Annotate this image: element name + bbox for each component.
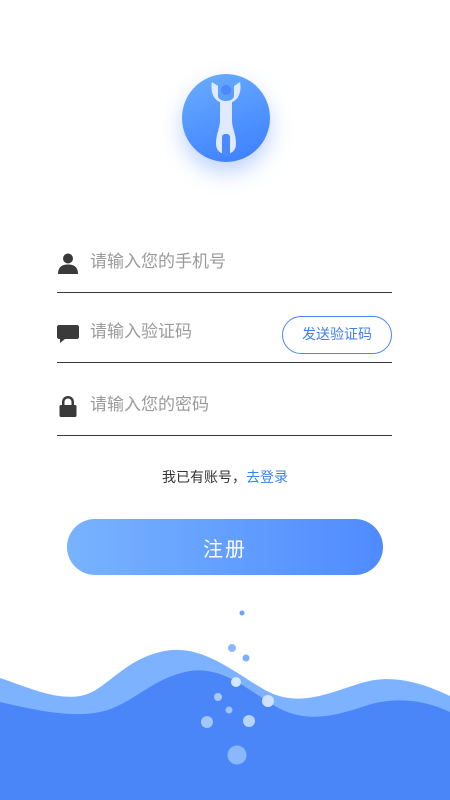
- user-icon: [58, 253, 78, 274]
- bubble: [227, 745, 247, 765]
- go-login-link[interactable]: 去登录: [246, 470, 288, 486]
- bubble: [242, 654, 250, 662]
- bubble: [214, 693, 222, 701]
- bubble: [243, 715, 255, 727]
- send-code-button[interactable]: 发送验证码: [282, 316, 392, 354]
- password-input[interactable]: [90, 385, 320, 425]
- phone-field: [57, 234, 392, 293]
- code-input[interactable]: [90, 312, 250, 352]
- app-logo: [182, 74, 270, 162]
- login-prompt: 我已有账号，去登录: [0, 467, 450, 487]
- bubble: [239, 610, 245, 616]
- phone-input[interactable]: [90, 242, 320, 282]
- login-prompt-text: 我已有账号，: [162, 470, 246, 486]
- register-button[interactable]: 注册: [67, 519, 383, 575]
- bubble: [225, 706, 233, 714]
- bubble: [231, 677, 241, 687]
- lock-icon: [59, 396, 77, 417]
- password-field: [57, 377, 392, 436]
- code-field: 发送验证码: [57, 304, 392, 363]
- message-icon: [57, 325, 79, 343]
- bubble: [262, 695, 274, 707]
- bubble: [201, 716, 213, 728]
- bubble: [228, 644, 236, 652]
- wave-decoration: [0, 610, 450, 800]
- wrench-icon: [211, 82, 241, 156]
